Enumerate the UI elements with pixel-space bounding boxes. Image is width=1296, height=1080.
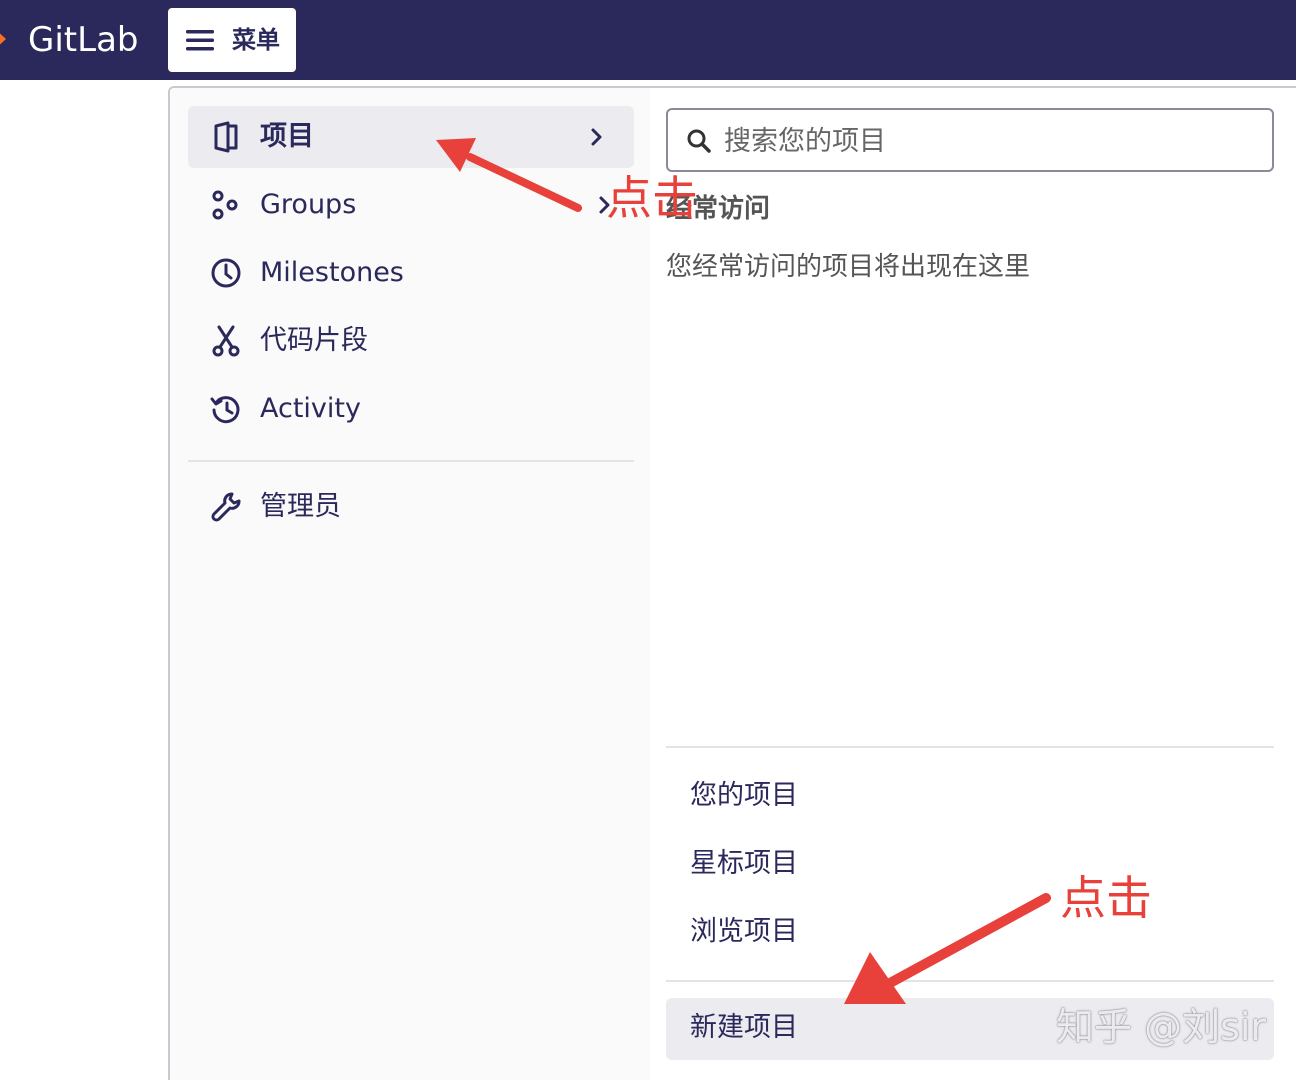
nav-item-groups[interactable]: Groups (188, 174, 634, 236)
nav-item-projects[interactable]: 项目 (188, 106, 634, 168)
hamburger-icon (186, 30, 214, 51)
nav-item-milestones[interactable]: Milestones (188, 242, 634, 304)
link-label: 浏览项目 (690, 916, 798, 947)
nav-item-snippets[interactable]: 代码片段 (188, 310, 634, 372)
project-search-input[interactable] (722, 118, 1246, 164)
gitlab-logo-icon[interactable] (0, 22, 12, 56)
your-projects-link[interactable]: 您的项目 (666, 766, 1274, 828)
frequent-empty-message: 您经常访问的项目将出现在这里 (666, 252, 1031, 282)
nav-item-activity[interactable]: Activity (188, 378, 634, 440)
link-label: 新建项目 (690, 1012, 798, 1043)
link-label: 您的项目 (690, 780, 798, 811)
annotation-click-2: 点击 (1060, 871, 1152, 925)
project-icon (214, 121, 238, 153)
nav-item-admin[interactable]: 管理员 (188, 476, 634, 538)
brand-name[interactable]: GitLab (28, 18, 138, 62)
panel-divider (666, 746, 1274, 748)
menu-button[interactable]: 菜单 (168, 8, 296, 72)
scissors-icon (212, 325, 240, 357)
history-icon (210, 396, 240, 424)
watermark: 知乎 @刘sir (1056, 1005, 1267, 1049)
annotation-click-1: 点击 (606, 171, 698, 225)
explore-projects-link[interactable]: 浏览项目 (666, 902, 1274, 964)
clock-icon (211, 258, 241, 288)
search-icon (687, 129, 711, 153)
chevron-right-icon (591, 128, 602, 146)
nav-item-label: 代码片段 (260, 325, 368, 356)
menu-dropdown: 项目 Groups Milestones 代码片段 Activity 管理员 搜… (168, 86, 1296, 1080)
nav-item-label: Activity (260, 393, 361, 424)
nav-divider (188, 460, 634, 462)
nav-item-label: 管理员 (260, 491, 341, 522)
menu-button-label: 菜单 (232, 26, 280, 54)
menu-left-pane: 项目 Groups Milestones 代码片段 Activity 管理员 (170, 88, 650, 1080)
wrench-icon (211, 492, 241, 522)
nav-item-label: 项目 (260, 121, 314, 152)
nav-item-label: Milestones (260, 257, 404, 288)
project-search-box[interactable] (666, 108, 1274, 172)
group-icon (212, 190, 238, 220)
top-navbar: GitLab 菜单 (0, 0, 1296, 80)
nav-item-label: Groups (260, 189, 357, 220)
panel-divider (666, 980, 1274, 982)
link-label: 星标项目 (690, 848, 798, 879)
starred-projects-link[interactable]: 星标项目 (666, 834, 1274, 896)
